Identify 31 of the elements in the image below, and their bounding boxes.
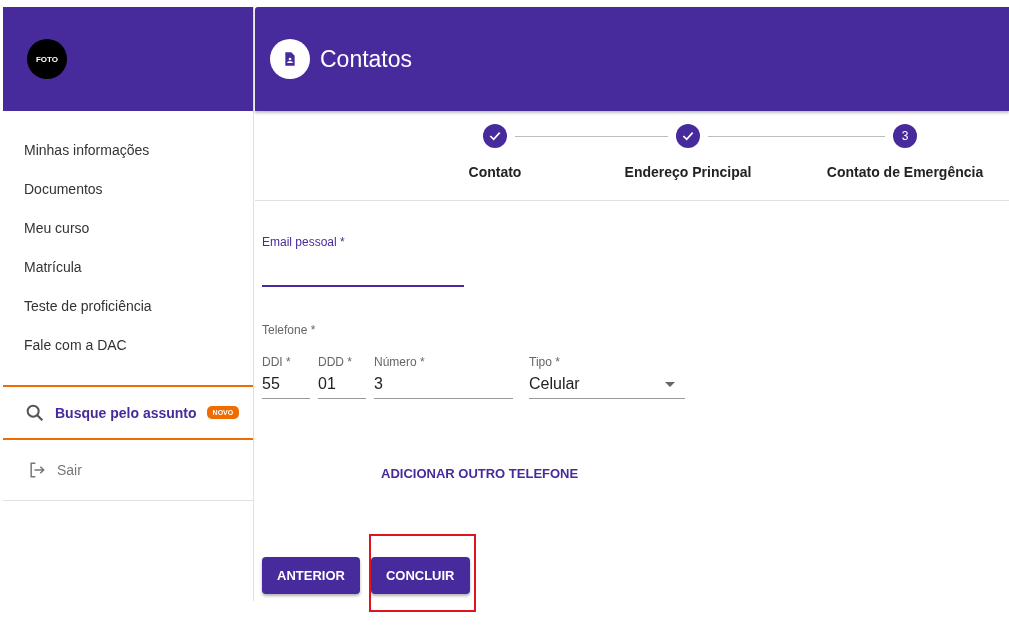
menu-item[interactable]: Documentos [3, 170, 253, 209]
menu-item[interactable]: Meu curso [3, 209, 253, 248]
phone-field[interactable]: 3 [374, 369, 513, 399]
menu-item[interactable]: Minhas informações [3, 131, 253, 170]
search-label: Busque pelo assunto [55, 404, 197, 421]
contact-document-icon [270, 39, 310, 79]
field-label: Tipo * [529, 355, 561, 369]
add-phone-button[interactable]: ADICIONAR OUTRO TELEFONE [375, 462, 585, 485]
menu-item[interactable]: Fale com a DAC [3, 326, 253, 365]
menu-item[interactable]: Teste de proficiência [3, 287, 253, 326]
field-label: DDI * [262, 355, 292, 369]
field-label: Email pessoal * [262, 235, 345, 249]
photo-label: FOTO [35, 54, 59, 64]
caret-icon [665, 381, 675, 387]
field-label: DDD * [318, 355, 353, 369]
step-label: Contato de Emergência [826, 164, 984, 180]
logout-item[interactable]: Sair [3, 440, 253, 501]
section-label: Telefone * [262, 323, 316, 337]
step-button[interactable]: ANTERIOR [262, 557, 360, 594]
logout-icon [27, 460, 47, 480]
step-button[interactable]: CONCLUIR [370, 557, 470, 594]
type-dropdown[interactable]: Celular [529, 369, 685, 399]
step-label: Contato [468, 164, 522, 180]
menu-item[interactable]: Matrícula [3, 248, 253, 287]
logout-label: Sair [57, 462, 82, 478]
step-number: 3 [893, 124, 917, 148]
step-label: Endereço Principal [624, 164, 752, 180]
page-title: Contatos [320, 45, 413, 73]
field-label: Número * [374, 355, 426, 369]
phone-field[interactable]: 01 [318, 369, 366, 399]
phone-field[interactable]: 55 [262, 369, 310, 399]
